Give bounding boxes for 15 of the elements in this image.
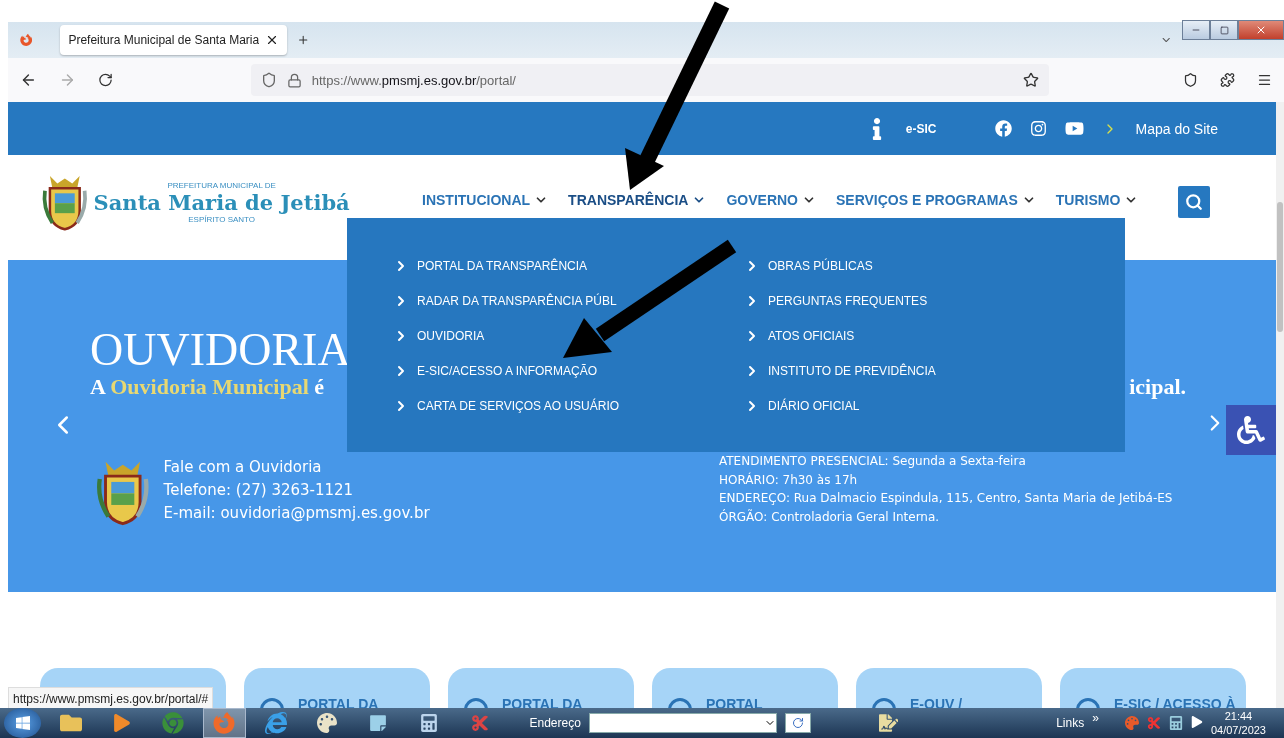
logo-name: Santa Maria de Jetibá — [93, 189, 350, 215]
hero-subtitle-end: icipal. — [1129, 374, 1186, 400]
logo-caption: PREFEITURA MUNICIPAL DE — [167, 180, 276, 190]
contact-line: Telefone: (27) 3263-1121 — [163, 480, 355, 501]
info-line: ÓRGÃO: Controladoria Geral Interna. — [719, 508, 941, 526]
contact-line: E-mail: ouvidoria@pmsmj.es.gov.br — [163, 503, 430, 524]
info-line: HORÁRIO: 7h30 às 17h — [719, 471, 859, 489]
hero-title: OUVIDORIA — [90, 326, 351, 374]
address-label: Endereço — [529, 716, 581, 730]
contact-line: Fale com a Ouvidoria — [163, 457, 323, 478]
hero-subtitle: A Ouvidoria Municipal é — [90, 374, 325, 400]
logo-state: ESPÍRITO SANTO — [188, 214, 256, 224]
info-line: ENDEREÇO: Rua Dalmacio Espindula, 115, Centro, Santa Maria de Jetibá-ES — [719, 490, 1174, 507]
url-tooltip: https://www.pmsmj.es.gov.br/portal/# — [8, 687, 214, 710]
info-line: ATENDIMENTO PRESENCIAL: Segunda a Sexta-feira — [719, 453, 1027, 470]
